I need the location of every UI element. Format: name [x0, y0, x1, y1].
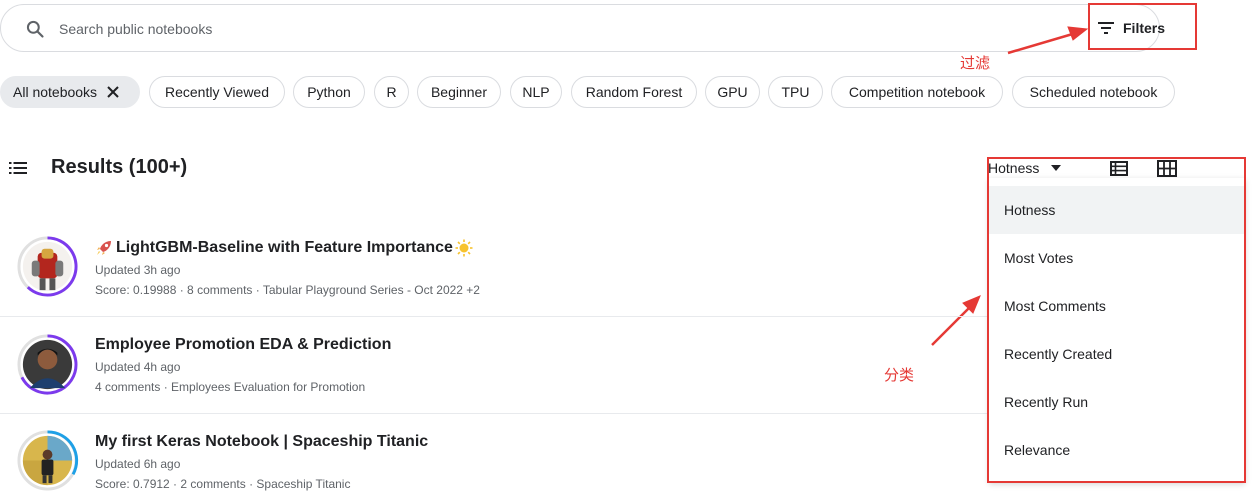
notebook-title[interactable]: Employee Promotion EDA & Prediction: [95, 336, 391, 354]
chip-random-forest[interactable]: Random Forest: [571, 76, 697, 108]
notebook-title-text: LightGBM-Baseline with Feature Importanc…: [116, 239, 453, 256]
chip-gpu[interactable]: GPU: [705, 76, 760, 108]
chip-competition-notebook[interactable]: Competition notebook: [831, 76, 1003, 108]
rocket-icon: [97, 241, 111, 255]
chip-recently-viewed[interactable]: Recently Viewed: [149, 76, 285, 108]
sort-annotation-label: 分类: [884, 366, 915, 384]
notebook-meta: 4 comments · Employees Evaluation for Pr…: [95, 380, 366, 394]
avatar[interactable]: [16, 235, 79, 298]
chip-label: TPU: [781, 84, 810, 100]
chip-all-notebooks[interactable]: All notebooks: [0, 76, 140, 108]
notebook-title[interactable]: My first Keras Notebook | Spaceship Tita…: [95, 433, 428, 451]
chip-label: Beginner: [430, 84, 488, 100]
notebook-title-text: My first Keras Notebook | Spaceship Tita…: [95, 433, 429, 450]
chip-label: Python: [307, 84, 351, 100]
filters-highlight-box: [1088, 3, 1197, 50]
sun-icon: [455, 239, 473, 257]
sort-highlight-box: [987, 157, 1246, 483]
notebook-updated: Updated 3h ago: [95, 263, 181, 277]
chip-label: NLP: [522, 84, 550, 100]
chip-label: All notebooks: [13, 84, 98, 100]
notebook-title-text: Employee Promotion EDA & Prediction: [95, 336, 392, 353]
results-heading: Results (100+): [51, 156, 188, 178]
chip-label: R: [386, 84, 397, 100]
search-input[interactable]: [59, 17, 1019, 41]
search-icon[interactable]: [25, 19, 45, 39]
search-bar: [0, 4, 1160, 52]
avatar[interactable]: [16, 429, 79, 492]
chip-label: Scheduled notebook: [1029, 84, 1158, 100]
avatar[interactable]: [16, 333, 79, 396]
chip-label: Random Forest: [585, 84, 683, 100]
chip-tpu[interactable]: TPU: [768, 76, 823, 108]
close-icon[interactable]: [107, 86, 119, 98]
notebook-updated: Updated 6h ago: [95, 457, 181, 471]
notebook-row[interactable]: My first Keras Notebook | Spaceship Tita…: [0, 414, 1000, 494]
notebook-meta: Score: 0.7912 · 2 comments · Spaceship T…: [95, 477, 351, 491]
chip-label: Recently Viewed: [164, 84, 270, 100]
list-view-icon[interactable]: [9, 162, 27, 174]
chip-label: Competition notebook: [848, 84, 986, 100]
chip-label: GPU: [717, 84, 748, 100]
chip-python[interactable]: Python: [293, 76, 365, 108]
notebook-updated: Updated 4h ago: [95, 360, 181, 374]
notebook-title[interactable]: LightGBM-Baseline with Feature Importanc…: [95, 239, 473, 257]
chip-scheduled-notebook[interactable]: Scheduled notebook: [1012, 76, 1175, 108]
chip-nlp[interactable]: NLP: [510, 76, 562, 108]
notebook-row[interactable]: Employee Promotion EDA & Prediction Upda…: [0, 317, 1000, 414]
filters-annotation-label: 过滤: [960, 54, 991, 72]
notebook-row[interactable]: LightGBM-Baseline with Feature Importanc…: [0, 220, 1000, 317]
notebook-meta: Score: 0.19988 · 8 comments · Tabular Pl…: [95, 283, 480, 297]
chip-r[interactable]: R: [374, 76, 409, 108]
chip-beginner[interactable]: Beginner: [417, 76, 501, 108]
